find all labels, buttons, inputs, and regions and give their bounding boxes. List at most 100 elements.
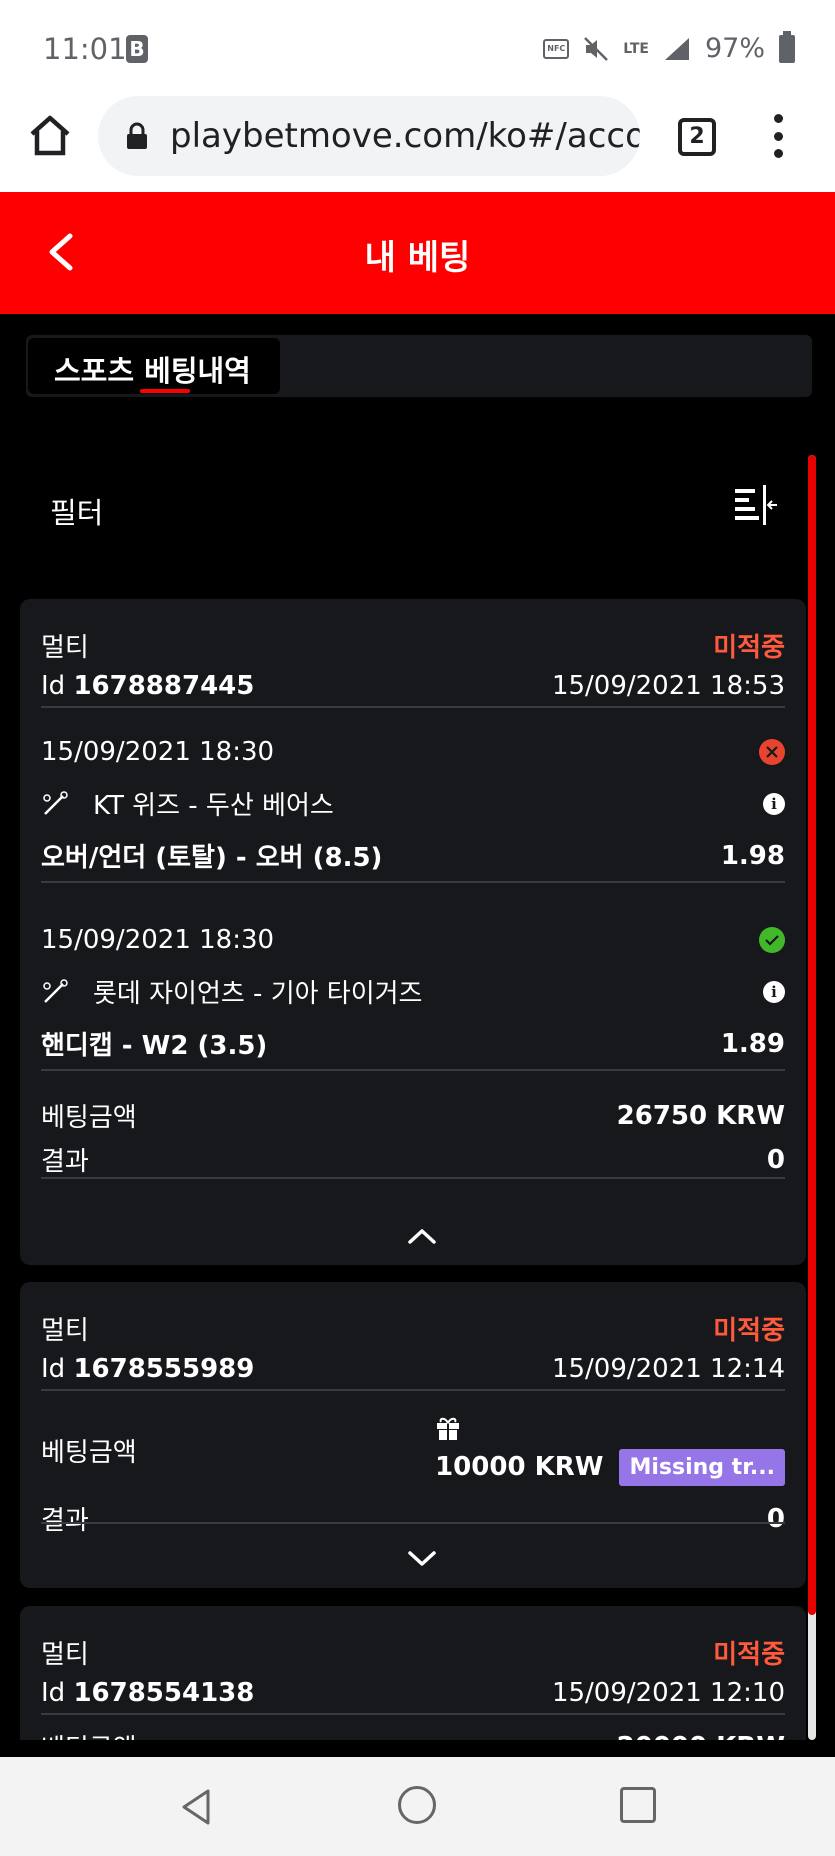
bet-id: 1678887445 [73, 671, 255, 701]
close-icon [759, 739, 785, 765]
filter-panel-icon[interactable] [733, 485, 779, 525]
status-time: 11:01 [43, 32, 127, 66]
stake-label: 베팅금액 [41, 1437, 137, 1468]
tab-active-indicator [140, 389, 190, 393]
filter-label[interactable]: 필터 [50, 490, 103, 532]
selection-odds: 1.89 [720, 1028, 785, 1059]
selection-match: 롯데 자이언츠 - 기아 타이거즈 [93, 979, 423, 1009]
app-notification-icon: B [126, 35, 148, 63]
divider [41, 1713, 785, 1715]
bet-type: 멀티 [41, 1316, 89, 1346]
selection-match: KT 위즈 - 두산 베어스 [93, 791, 334, 821]
bet-header-row: 멀티 미적중 [41, 627, 785, 664]
chevron-up-icon[interactable] [405, 1225, 439, 1247]
tab-bar: 스포츠 베팅내역 [26, 335, 812, 397]
home-icon[interactable] [26, 112, 74, 160]
scrollbar-thumb[interactable] [808, 455, 816, 1615]
selection-datetime: 15/09/2021 18:30 [41, 737, 275, 767]
gift-icon [437, 1417, 460, 1440]
tab-label: 스포츠 베팅내역 [54, 354, 251, 388]
nav-recents-icon[interactable] [620, 1787, 656, 1823]
result-value: 0 [766, 1503, 785, 1534]
stake-row: 베팅금액 20000 KRW [41, 1728, 785, 1741]
page-title: 내 베팅 [364, 238, 471, 278]
stake-label: 베팅금액 [41, 1728, 137, 1740]
bet-type: 멀티 [41, 633, 89, 663]
selection-odds: 1.98 [720, 840, 785, 871]
result-row: 결과 0 [41, 1141, 785, 1178]
baseball-icon [43, 790, 68, 815]
bet-id: 1678555989 [73, 1354, 255, 1384]
status-bar: 11:01 B NFC LTE 97% [0, 0, 835, 90]
divider [41, 881, 785, 883]
bet-card[interactable]: 멀티 미적중 Id 1678887445 15/09/2021 18:53 15… [20, 599, 806, 1265]
tab-sports-bet-history[interactable]: 스포츠 베팅내역 [28, 338, 280, 394]
system-nav-bar [0, 1757, 835, 1856]
overflow-menu-icon[interactable] [770, 114, 786, 158]
address-bar[interactable]: playbetmove.com/ko#/accou [98, 96, 640, 176]
mute-icon [584, 36, 609, 61]
selection-match-row: KT 위즈 - 두산 베어스 i [41, 785, 785, 822]
signal-icon [664, 37, 689, 60]
info-icon[interactable]: i [763, 980, 785, 1003]
lock-icon [127, 122, 147, 149]
divider [41, 1522, 785, 1524]
nav-back-icon[interactable] [178, 1787, 214, 1827]
bet-header-row: 멀티 미적중 [41, 1634, 785, 1671]
bet-header-row: 멀티 미적중 [41, 1310, 785, 1347]
bet-datetime: 15/09/2021 12:14 [551, 1354, 785, 1384]
browser-toolbar: playbetmove.com/ko#/accou 2 [0, 90, 835, 192]
result-value: 0 [766, 1144, 785, 1175]
bet-type: 멀티 [41, 1640, 89, 1670]
info-icon[interactable]: i [763, 792, 785, 815]
chevron-down-icon[interactable] [405, 1548, 439, 1570]
selection-match-row: 롯데 자이언츠 - 기아 타이거즈 i [41, 973, 785, 1010]
stake-amount: 20000 KRW [617, 1732, 785, 1741]
stake-row: 베팅금액 10000 KRW Missing tr... [41, 1402, 785, 1498]
battery-icon [779, 30, 795, 63]
selection-market: 오버/언더 (토탈) - 오버 (8.5) [41, 843, 383, 873]
url-text: playbetmove.com/ko#/accou [170, 116, 640, 156]
network-type: LTE [623, 40, 649, 57]
bet-datetime: 15/09/2021 12:10 [551, 1678, 785, 1708]
bet-id: 1678554138 [73, 1678, 255, 1708]
bet-card[interactable]: 멀티 미적중 Id 1678554138 15/09/2021 12:10 베팅… [20, 1606, 806, 1740]
tab-switcher-button[interactable]: 2 [678, 118, 716, 156]
bet-id-row: Id 1678887445 15/09/2021 18:53 [41, 671, 785, 701]
list-clip: 멀티 미적중 Id 1678554138 15/09/2021 12:10 베팅… [0, 1606, 835, 1740]
bonus-badge[interactable]: Missing tr... [619, 1448, 785, 1486]
bet-id-label: Id [41, 1354, 66, 1384]
bet-status: 미적중 [713, 633, 785, 663]
divider [41, 1069, 785, 1071]
result-label: 결과 [41, 1506, 89, 1536]
bet-datetime: 15/09/2021 18:53 [551, 671, 785, 701]
status-icons: NFC LTE 97% [543, 30, 795, 64]
stake-amount: 10000 KRW [435, 1452, 604, 1482]
selection-market-row: 핸디캡 - W2 (3.5) 1.89 [41, 1025, 785, 1062]
bet-id-label: Id [41, 1678, 66, 1708]
nav-home-icon[interactable] [398, 1786, 436, 1824]
selection-market: 핸디캡 - W2 (3.5) [41, 1031, 268, 1061]
selection-datetime: 15/09/2021 18:30 [41, 925, 275, 955]
divider [41, 1177, 785, 1179]
divider [41, 706, 785, 708]
stake-label: 베팅금액 [41, 1103, 137, 1133]
nfc-icon: NFC [543, 38, 570, 59]
baseball-icon [43, 978, 68, 1003]
bet-status: 미적중 [713, 1640, 785, 1670]
selection-date-row: 15/09/2021 18:30 [41, 737, 785, 767]
bet-card[interactable]: 멀티 미적중 Id 1678555989 15/09/2021 12:14 베팅… [20, 1282, 806, 1588]
selection-market-row: 오버/언더 (토탈) - 오버 (8.5) 1.98 [41, 837, 785, 874]
result-label: 결과 [41, 1147, 89, 1177]
battery-percent: 97% [704, 33, 765, 64]
bet-id-label: Id [41, 671, 66, 701]
bet-id-row: Id 1678554138 15/09/2021 12:10 [41, 1678, 785, 1708]
check-icon [759, 927, 785, 953]
divider [41, 1389, 785, 1391]
result-row: 결과 0 [41, 1500, 785, 1537]
bet-id-row: Id 1678555989 15/09/2021 12:14 [41, 1354, 785, 1384]
stake-row: 베팅금액 26750 KRW [41, 1097, 785, 1134]
selection-date-row: 15/09/2021 18:30 [41, 925, 785, 955]
bet-status: 미적중 [713, 1316, 785, 1346]
stake-amount: 26750 KRW [616, 1100, 785, 1131]
